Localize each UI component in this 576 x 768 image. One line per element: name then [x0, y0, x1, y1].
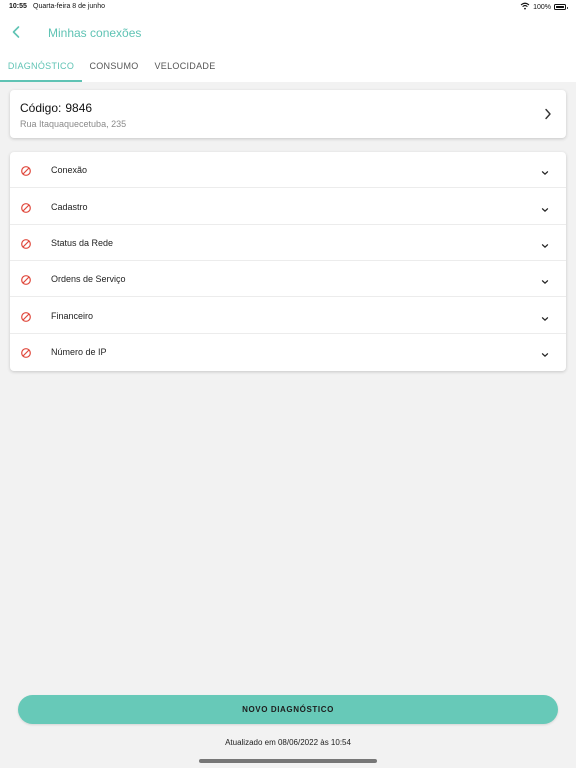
chevron-down-icon [540, 274, 550, 284]
chevron-down-icon [540, 165, 550, 175]
code-value: 9846 [65, 101, 93, 115]
blocked-icon [20, 201, 32, 213]
status-time: 10:55 [9, 3, 27, 10]
connection-address: Rua Itaquaquecetuba, 235 [20, 119, 127, 129]
diagnostic-label: Número de IP [51, 347, 107, 357]
blocked-icon [20, 164, 32, 176]
status-bar: 10:55 Quarta-feira 8 de junho 100% [0, 0, 576, 16]
status-date: Quarta-feira 8 de junho [33, 3, 105, 10]
chevron-left-icon [11, 25, 21, 44]
chevron-down-icon [540, 347, 550, 357]
connection-code: Código: 9846 [20, 101, 92, 115]
tab-label: VELOCIDADE [154, 61, 216, 71]
chevron-down-icon [540, 202, 550, 212]
code-label: Código: [20, 101, 62, 115]
tab-label: CONSUMO [89, 61, 139, 71]
diagnostic-label: Status da Rede [51, 238, 114, 248]
status-right: 100% [520, 2, 568, 12]
new-diagnostic-button[interactable]: NOVO DIAGNÓSTICO [18, 695, 558, 724]
diagnostic-item-numero-de-ip[interactable]: Número de IP [10, 334, 566, 370]
diagnostic-item-financeiro[interactable]: Financeiro [10, 298, 566, 334]
diagnostics-list: Conexão Cadastro Status da Rede Ordens d… [10, 152, 566, 371]
blocked-icon [20, 237, 32, 249]
tab-label: DIAGNÓSTICO [7, 61, 75, 71]
home-indicator[interactable] [199, 759, 377, 763]
tab-velocidade[interactable]: VELOCIDADE [148, 56, 222, 82]
blocked-icon [20, 310, 32, 322]
chevron-right-icon [542, 107, 554, 121]
diagnostic-item-ordens-de-servico[interactable]: Ordens de Serviço [10, 261, 566, 297]
chevron-down-icon [540, 238, 550, 248]
diagnostic-label: Cadastro [51, 202, 88, 212]
tab-consumo[interactable]: CONSUMO [82, 56, 146, 82]
tab-bar: DIAGNÓSTICO CONSUMO VELOCIDADE [0, 56, 576, 82]
page-title: Minhas conexões [48, 26, 142, 40]
blocked-icon [20, 273, 32, 285]
navigation-bar: Minhas conexões [0, 20, 576, 48]
last-updated-text: Atualizado em 08/06/2022 às 10:54 [225, 738, 351, 747]
diagnostic-label: Financeiro [51, 311, 94, 321]
battery-percent: 100% [533, 3, 551, 11]
active-tab-indicator [0, 80, 82, 82]
battery-icon [554, 4, 568, 10]
diagnostic-item-status-da-rede[interactable]: Status da Rede [10, 225, 566, 261]
diagnostic-label: Ordens de Serviço [51, 274, 126, 284]
connection-card[interactable]: Código: 9846 Rua Itaquaquecetuba, 235 [10, 90, 566, 138]
back-button[interactable] [6, 24, 26, 44]
blocked-icon [20, 346, 32, 358]
wifi-icon [520, 2, 530, 12]
diagnostic-label: Conexão [51, 165, 88, 175]
diagnostic-item-cadastro[interactable]: Cadastro [10, 189, 566, 225]
tab-diagnostico[interactable]: DIAGNÓSTICO [0, 56, 82, 82]
chevron-down-icon [540, 311, 550, 321]
diagnostic-item-conexao[interactable]: Conexão [10, 152, 566, 188]
